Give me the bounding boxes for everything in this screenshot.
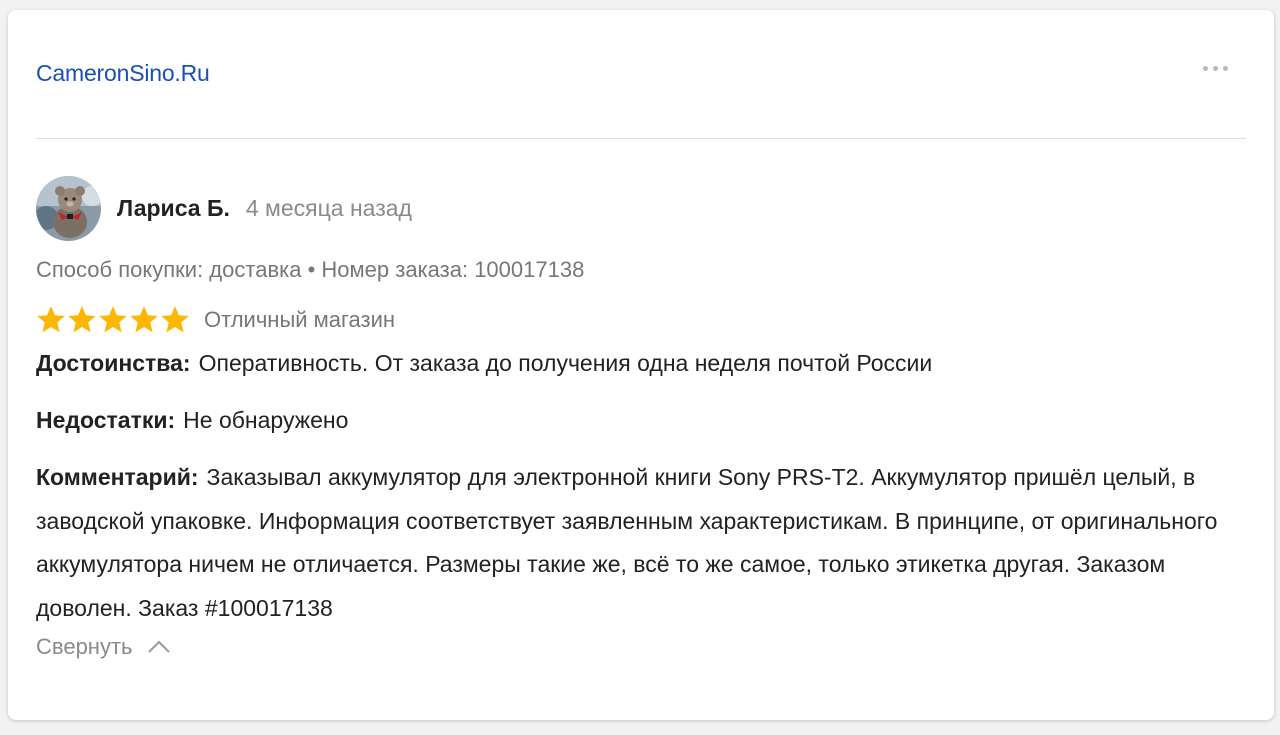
star-icon bbox=[99, 306, 127, 333]
rating-row: Отличный магазин bbox=[36, 305, 1246, 334]
cons-label: Недостатки: bbox=[36, 407, 176, 433]
review-date: 4 месяца назад bbox=[245, 194, 412, 221]
star-icon bbox=[161, 306, 189, 333]
comment-label: Комментарий: bbox=[36, 464, 199, 490]
review-card: CameronSino.Ru Лариса Б. 4 месяца назад … bbox=[8, 10, 1274, 720]
author-name[interactable]: Лариса Б. bbox=[117, 195, 230, 222]
more-dots-icon bbox=[1203, 66, 1208, 71]
collapse-button[interactable]: Свернуть bbox=[36, 634, 171, 660]
pros-label: Достоинства: bbox=[36, 350, 191, 376]
cons-text: Не обнаружено bbox=[183, 407, 349, 433]
purchase-info: Способ покупки: доставка • Номер заказа:… bbox=[36, 257, 585, 282]
star-icon bbox=[130, 306, 158, 333]
star-icon bbox=[68, 306, 96, 333]
star-icon bbox=[37, 306, 65, 333]
rating-stars bbox=[36, 305, 190, 334]
comment-section: Комментарий: Заказывал аккумулятор для эл… bbox=[36, 456, 1246, 630]
pros-section: Достоинства: Оперативность. От заказа до … bbox=[36, 342, 1246, 385]
cons-section: Недостатки: Не обнаружено bbox=[36, 399, 1246, 442]
collapse-label: Свернуть bbox=[36, 634, 133, 659]
shop-name-link[interactable]: CameronSino.Ru bbox=[36, 60, 210, 87]
chevron-up-icon bbox=[147, 640, 170, 653]
more-options-button[interactable] bbox=[1199, 62, 1232, 75]
card-header: CameronSino.Ru bbox=[36, 10, 1246, 139]
comment-text: Заказывал аккумулятор для электронной кн… bbox=[36, 464, 1218, 621]
review: Лариса Б. 4 месяца назад Способ покупки:… bbox=[36, 175, 1246, 660]
pros-text: Оперативность. От заказа до получения од… bbox=[198, 350, 933, 376]
author-row: Лариса Б. 4 месяца назад bbox=[36, 175, 1246, 241]
rating-text: Отличный магазин bbox=[204, 306, 396, 332]
avatar[interactable] bbox=[36, 175, 101, 241]
